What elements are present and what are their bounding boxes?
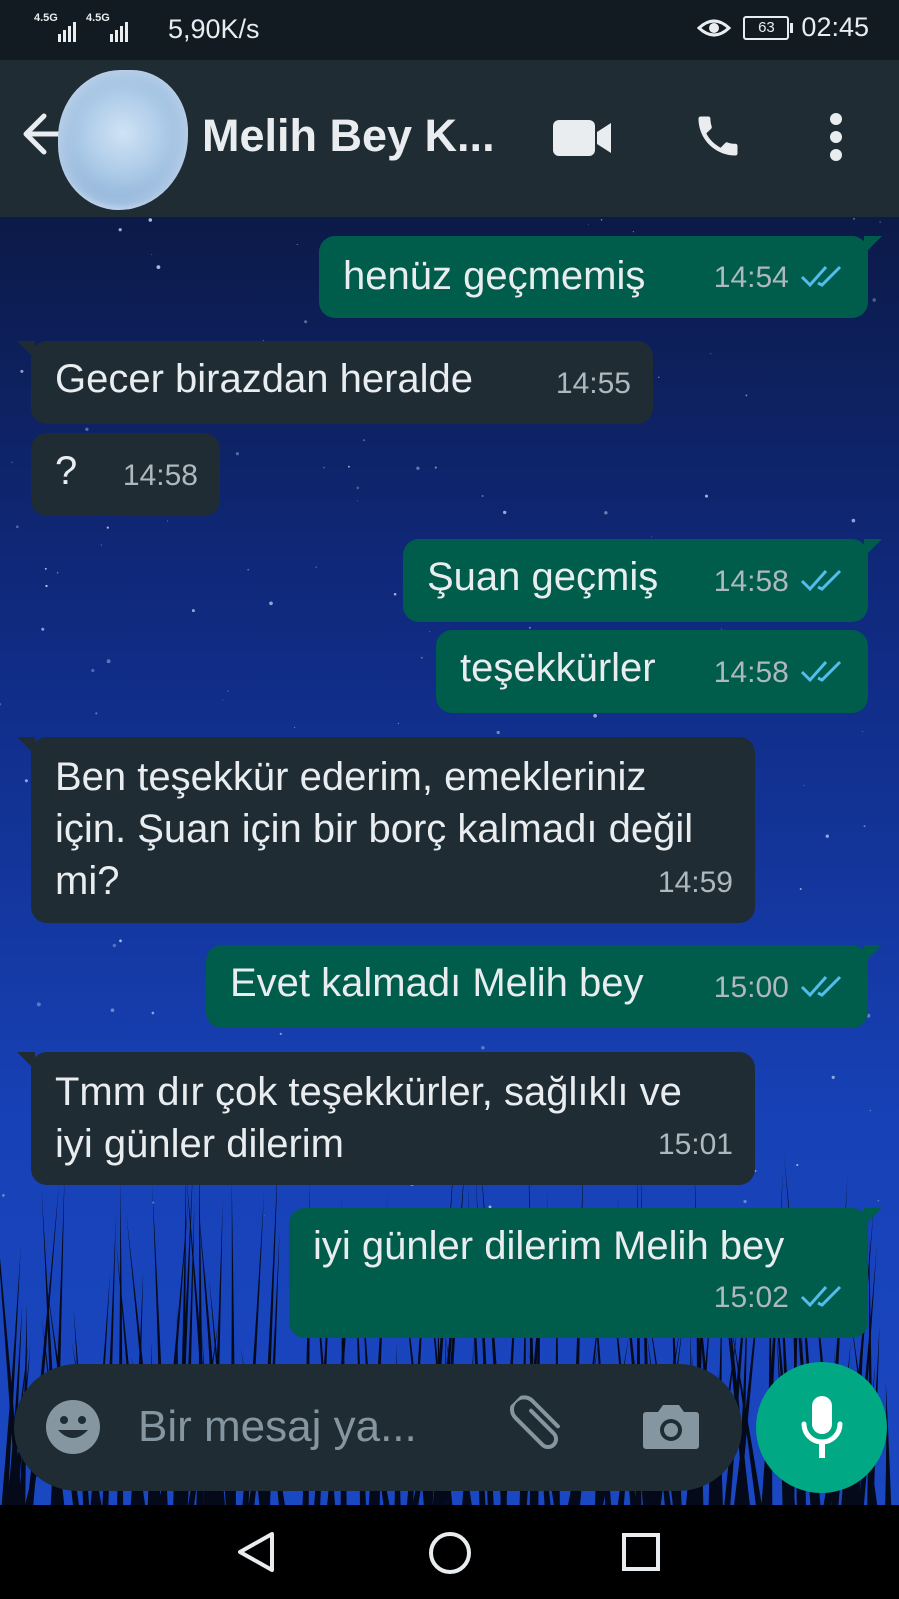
system-nav-bar: [0, 1505, 899, 1599]
message-time: 15:02: [713, 1281, 789, 1314]
network-speed: 5,90K/s: [168, 14, 260, 44]
message-text: Gecer birazdan heralde: [55, 357, 474, 401]
message-meta: 14:58: [123, 446, 198, 502]
message-bubble-incoming[interactable]: Tmm dır çok teşekkürler, sağlıklı ve iyi…: [17, 1052, 755, 1185]
message-text: Ben teşekkür ederim, emekleriniz için. Ş…: [55, 755, 694, 903]
battery-icon: 63: [743, 15, 794, 40]
message-text: henüz geçmemiş: [343, 254, 646, 298]
sim2-label: 4.5G: [86, 12, 110, 24]
sim2-signal: 4.5G: [86, 12, 128, 42]
message-time: 14:58: [713, 565, 789, 598]
message-time: 14:55: [555, 367, 631, 400]
message-input[interactable]: Bir mesaj ya...: [138, 1402, 417, 1452]
network-indicators: 4.5G 4.5G: [34, 12, 128, 42]
message-meta: 15:02: [714, 1268, 846, 1324]
eye-icon: [697, 19, 732, 36]
message-text: Tmm dır çok teşekkürler, sağlıklı ve iyi…: [55, 1070, 682, 1166]
contact-name[interactable]: Melih Bey K...: [202, 110, 495, 162]
read-ticks-icon: [800, 661, 842, 683]
message-meta: 14:55: [556, 354, 631, 410]
video-call-icon[interactable]: [553, 118, 613, 158]
message-bubble-outgoing[interactable]: teşekkürler 14:58: [436, 630, 868, 713]
status-bar: 4.5G 4.5G 5,90K/s 63 02:45: [0, 0, 899, 60]
message-bubble-incoming[interactable]: Gecer birazdan heralde 14:55: [17, 341, 653, 424]
mic-button[interactable]: [756, 1362, 887, 1493]
camera-icon[interactable]: [642, 1402, 700, 1450]
sim1-signal: 4.5G: [34, 12, 76, 42]
message-composer[interactable]: Bir mesaj ya...: [14, 1364, 742, 1491]
chat-area[interactable]: henüz geçmemiş 14:54 Gecer birazdan hera…: [0, 217, 899, 1505]
message-meta: 15:00: [714, 958, 846, 1014]
status-right: 63 02:45: [697, 12, 869, 43]
message-bubble-outgoing[interactable]: iyi günler dilerim Melih bey 15:02: [289, 1208, 882, 1338]
attach-icon[interactable]: [500, 1391, 572, 1463]
message-time: 14:59: [657, 866, 733, 899]
read-ticks-icon: [800, 570, 842, 592]
read-ticks-icon: [800, 976, 842, 998]
message-time: 14:58: [713, 656, 789, 689]
home-circle-icon[interactable]: [428, 1531, 472, 1575]
message-meta: 14:54: [714, 248, 846, 304]
mic-icon: [801, 1396, 843, 1458]
emoji-icon[interactable]: [44, 1398, 102, 1456]
message-meta: 15:01: [658, 1115, 733, 1171]
message-time: 14:58: [122, 459, 198, 492]
message-text: Şuan geçmiş: [427, 555, 659, 599]
message-text: Evet kalmadı Melih bey: [230, 961, 644, 1005]
message-text: iyi günler dilerim Melih bey: [313, 1224, 785, 1268]
signal-icon: [110, 22, 128, 42]
back-triangle-icon[interactable]: [236, 1531, 276, 1573]
avatar[interactable]: [58, 70, 188, 210]
phone-icon[interactable]: [692, 110, 744, 162]
message-meta: 14:58: [714, 643, 846, 699]
message-time: 15:01: [657, 1128, 733, 1161]
more-options-icon[interactable]: [828, 112, 844, 162]
clock: 02:45: [801, 12, 869, 42]
message-meta: 14:59: [658, 853, 733, 909]
recents-square-icon[interactable]: [622, 1533, 660, 1571]
message-text: ?: [55, 449, 78, 493]
chat-header: Melih Bey K...: [0, 60, 899, 217]
message-bubble-incoming[interactable]: Ben teşekkür ederim, emekleriniz için. Ş…: [17, 737, 755, 923]
message-bubble-outgoing[interactable]: Şuan geçmiş 14:58: [403, 539, 882, 622]
read-ticks-icon: [800, 266, 842, 288]
battery-level: 63: [758, 18, 775, 36]
message-meta: 14:58: [714, 552, 846, 608]
message-time: 14:54: [713, 261, 789, 294]
sim1-label: 4.5G: [34, 12, 58, 24]
message-bubble-incoming[interactable]: ? 14:58: [31, 433, 220, 516]
message-bubble-outgoing[interactable]: Evet kalmadı Melih bey 15:00: [206, 945, 882, 1028]
message-text: teşekkürler: [460, 646, 656, 690]
read-ticks-icon: [800, 1286, 842, 1308]
message-bubble-outgoing[interactable]: henüz geçmemiş 14:54: [319, 236, 882, 318]
message-time: 15:00: [713, 971, 789, 1004]
signal-icon: [58, 22, 76, 42]
